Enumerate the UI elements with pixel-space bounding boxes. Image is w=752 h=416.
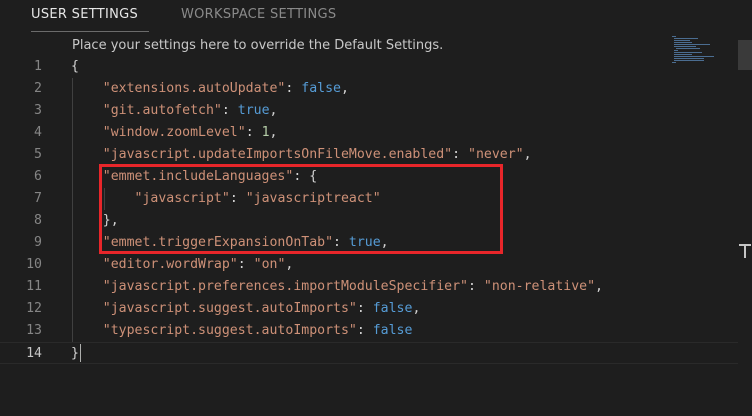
code-line[interactable]: 13 "typescript.suggest.autoImports": fal…: [0, 320, 740, 342]
code-token: "typescript.suggest.autoImports": [102, 323, 357, 338]
code-token: "javascript.suggest.autoImports": [102, 301, 357, 316]
code-token: ,: [595, 279, 603, 294]
code-text: }: [71, 343, 79, 365]
code-token: ,: [340, 81, 349, 96]
code-token: ,: [269, 125, 278, 140]
settings-tab-bar: USER SETTINGS WORKSPACE SETTINGS: [0, 0, 752, 33]
code-token: 1: [261, 125, 270, 140]
code-token: true: [237, 103, 270, 118]
code-token: ,: [269, 103, 278, 118]
code-token: :: [452, 147, 468, 162]
code-token: "javascript.preferences.importModuleSpec…: [102, 279, 468, 294]
code-line[interactable]: 12 "javascript.suggest.autoImports": fal…: [0, 298, 740, 320]
code-text: "javascript.suggest.autoImports": false,: [71, 298, 421, 320]
code-token: "javascript.updateImportsOnFileMove.enab…: [102, 147, 453, 162]
line-number: 11: [26, 279, 42, 294]
line-number: 8: [34, 213, 42, 228]
line-number: 6: [34, 169, 42, 184]
code-text: {: [71, 56, 79, 78]
code-token: :: [468, 279, 484, 294]
code-token: "editor.wordWrap": [102, 257, 238, 272]
code-text: "window.zoomLevel": 1,: [71, 122, 278, 144]
code-line[interactable]: 3 "git.autofetch": true,: [0, 100, 740, 122]
code-token: false: [372, 323, 413, 338]
code-token: false: [301, 81, 341, 96]
code-token: ,: [412, 301, 421, 316]
code-text: "javascript.updateImportsOnFileMove.enab…: [71, 144, 532, 166]
line-number: 14: [26, 346, 42, 361]
indent-guide: [72, 78, 73, 342]
code-line[interactable]: 10 "editor.wordWrap": "on",: [0, 254, 740, 276]
line-number: 10: [26, 257, 42, 272]
line-number: 1: [34, 59, 42, 74]
code-text: "extensions.autoUpdate": false,: [71, 78, 349, 100]
code-line[interactable]: 4 "window.zoomLevel": 1,: [0, 122, 740, 144]
settings-hint-text: Place your settings here to override the…: [72, 38, 444, 53]
code-token: ,: [523, 147, 532, 162]
line-number: 12: [26, 301, 42, 316]
minimap[interactable]: [668, 34, 714, 64]
code-token: "window.zoomLevel": [102, 125, 246, 140]
code-line[interactable]: 2 "extensions.autoUpdate": false,: [0, 78, 740, 100]
line-number: 2: [34, 81, 42, 96]
code-token: :: [237, 257, 254, 272]
overview-ruler-cursor-icon: [738, 244, 752, 258]
scrollbar-thumb[interactable]: [738, 40, 752, 70]
line-number: 9: [34, 235, 42, 250]
active-tab-indicator: [31, 31, 149, 32]
code-line[interactable]: 11 "javascript.preferences.importModuleS…: [0, 276, 740, 298]
annotation-highlight-box: [99, 164, 503, 254]
code-token: :: [221, 103, 238, 118]
code-token: ,: [285, 257, 294, 272]
code-token: }: [71, 346, 79, 361]
code-line[interactable]: 1{: [0, 56, 740, 78]
code-token: {: [71, 59, 79, 74]
code-token: :: [245, 125, 262, 140]
code-token: :: [356, 301, 373, 316]
code-line[interactable]: 14}: [0, 342, 740, 364]
code-text: "editor.wordWrap": "on",: [71, 254, 294, 276]
code-text: "typescript.suggest.autoImports": false: [71, 320, 413, 342]
line-number: 13: [26, 323, 42, 338]
code-token: :: [356, 323, 373, 338]
code-line[interactable]: 5 "javascript.updateImportsOnFileMove.en…: [0, 144, 740, 166]
code-text: "javascript.preferences.importModuleSpec…: [71, 276, 603, 298]
code-token: "git.autofetch": [102, 103, 222, 118]
tab-workspace-settings[interactable]: WORKSPACE SETTINGS: [181, 7, 336, 22]
text-cursor: [80, 344, 81, 362]
code-token: "never": [468, 147, 524, 162]
line-number: 4: [34, 125, 42, 140]
code-token: :: [285, 81, 302, 96]
code-token: "extensions.autoUpdate": [102, 81, 286, 96]
code-text: "git.autofetch": true,: [71, 100, 278, 122]
code-token: "on": [253, 257, 286, 272]
code-token: false: [372, 301, 413, 316]
line-number: 5: [34, 147, 42, 162]
code-token: "non-relative": [483, 279, 596, 294]
line-number: 7: [34, 191, 42, 206]
line-number: 3: [34, 103, 42, 118]
vertical-scrollbar[interactable]: [738, 34, 752, 416]
tab-user-settings[interactable]: USER SETTINGS: [31, 7, 138, 22]
